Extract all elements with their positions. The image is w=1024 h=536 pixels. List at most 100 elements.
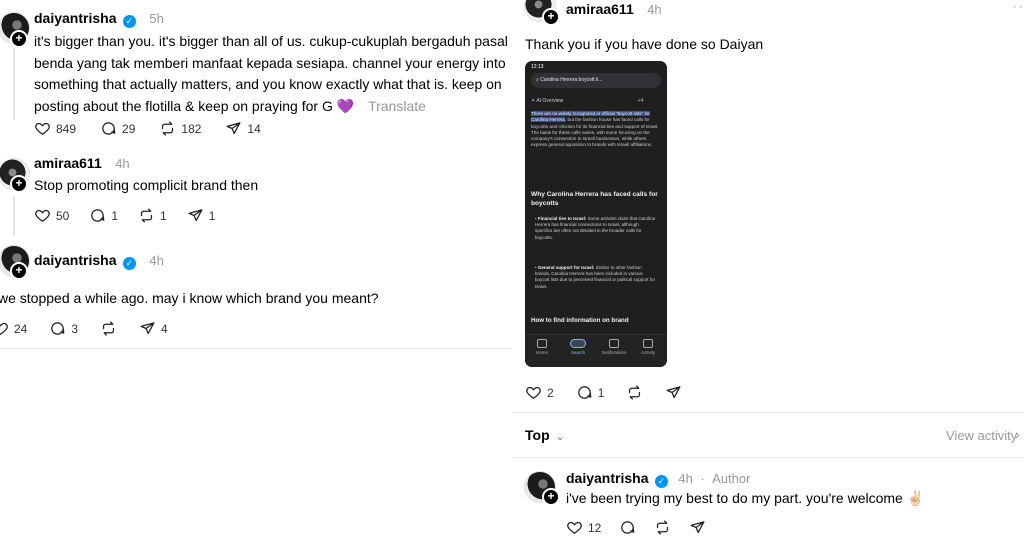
search-bar: ⌕ Carolina Herrera boycott li... <box>531 73 661 88</box>
section-heading: Why Carolina Herrera has faced calls for… <box>531 191 658 207</box>
share-button[interactable] <box>665 384 682 401</box>
sort-dropdown[interactable]: Top ⌄ <box>525 427 565 443</box>
post-actions: 2 1 <box>525 384 682 401</box>
timestamp[interactable]: 5h <box>149 11 163 26</box>
comment-icon <box>577 386 592 399</box>
heart-icon <box>567 521 582 534</box>
attached-screenshot[interactable]: 12:13 ⌕ Carolina Herrera boycott li... ✦… <box>525 61 667 367</box>
like-button[interactable]: 24 <box>0 320 27 337</box>
username[interactable]: daiyantrisha <box>566 470 648 486</box>
repost-button[interactable]: 1 <box>138 207 167 224</box>
post-header: daiyantrisha ✓ 4h · Author <box>566 470 750 488</box>
comment-button[interactable]: 29 <box>100 120 135 137</box>
bullet-item: • General support for Israel: Similar to… <box>535 265 656 289</box>
ai-overview-header: ✦ AI Overview +4 <box>531 98 643 104</box>
repost-button[interactable] <box>100 320 117 337</box>
reply-text: i've been trying my best to do my part. … <box>566 490 903 506</box>
follow-plus-icon[interactable]: + <box>542 488 560 506</box>
comment-count: 3 <box>71 321 79 336</box>
follow-plus-icon[interactable]: + <box>10 30 28 48</box>
post-actions: 12 <box>566 519 706 536</box>
repost-icon <box>102 321 115 336</box>
share-button[interactable] <box>689 519 706 536</box>
chevron-right-icon[interactable]: › <box>1015 426 1021 442</box>
home-icon <box>537 339 547 348</box>
like-button[interactable]: 2 <box>525 384 554 401</box>
timestamp[interactable]: 4h <box>115 156 129 171</box>
like-button[interactable]: 50 <box>34 207 69 224</box>
activity-icon <box>643 339 653 348</box>
heart-icon <box>526 386 541 399</box>
repost-button[interactable] <box>654 519 671 536</box>
like-button[interactable]: 849 <box>34 120 76 137</box>
heart-icon <box>35 209 50 222</box>
like-count: 50 <box>56 208 70 223</box>
post-body: Stop promoting complicit brand then <box>34 177 259 193</box>
post-text-line: it's bigger than you. it's bigger than a… <box>34 33 508 49</box>
repost-button[interactable]: 182 <box>159 120 201 137</box>
verified-icon: ✓ <box>122 15 136 28</box>
follow-plus-icon[interactable]: + <box>10 262 28 280</box>
comment-count: 29 <box>122 121 136 136</box>
author-label: Author <box>712 471 751 486</box>
post-body: we stopped a while ago. may i know which… <box>0 290 379 306</box>
username[interactable]: daiyantrisha <box>34 10 116 26</box>
share-button[interactable]: 14 <box>225 120 261 137</box>
post-text-last-line: posting about the flotilla & keep on pra… <box>34 96 514 118</box>
repost-icon <box>140 208 153 223</box>
timestamp[interactable]: 4h <box>647 2 661 17</box>
repost-count: 1 <box>160 208 167 223</box>
follow-plus-icon[interactable]: + <box>542 8 560 26</box>
post-header: daiyantrisha ✓ 4h <box>34 252 164 270</box>
post-body: Thank you if you have done so Daiyan <box>525 36 764 52</box>
share-icon <box>666 386 681 399</box>
more-icon[interactable]: ··· <box>1012 0 1024 16</box>
view-activity-link[interactable]: View activity <box>946 428 1017 443</box>
timestamp[interactable]: 4h <box>149 253 163 268</box>
search-query: Carolina Herrera boycott li... <box>540 77 603 83</box>
search-icon <box>570 339 586 348</box>
like-count: 12 <box>588 520 602 535</box>
comment-count: 1 <box>111 208 119 223</box>
post-text-line: something that actually matters, and you… <box>34 76 502 92</box>
post-actions: 849 29 182 14 <box>34 120 261 137</box>
comment-button[interactable]: 1 <box>576 384 604 401</box>
translate-link[interactable]: Translate <box>368 98 426 114</box>
divider <box>512 412 1024 413</box>
username[interactable]: daiyantrisha <box>34 252 116 268</box>
username[interactable]: amiraa611 <box>34 155 102 171</box>
nav-label: Home <box>535 350 548 355</box>
source-count: +4 <box>637 98 644 104</box>
username[interactable]: amiraa611 <box>566 1 634 17</box>
divider <box>512 457 1024 458</box>
like-button[interactable]: 12 <box>566 519 601 536</box>
nav-label: Search <box>570 350 586 355</box>
post-actions: 24 3 4 <box>0 320 168 337</box>
share-icon <box>226 122 241 135</box>
share-button[interactable]: 1 <box>187 207 216 224</box>
comment-button[interactable]: 3 <box>49 320 78 337</box>
share-count: 4 <box>161 321 168 336</box>
ai-overview-label: AI Overview <box>536 98 564 104</box>
nav-label: Activity <box>640 350 656 355</box>
comment-button[interactable]: 1 <box>89 207 118 224</box>
comment-icon <box>102 122 116 135</box>
separator: · <box>700 471 705 486</box>
timestamp[interactable]: 4h <box>678 471 692 486</box>
share-count: 1 <box>208 208 216 223</box>
share-button[interactable]: 4 <box>139 320 168 337</box>
status-time: 12:13 <box>531 64 544 70</box>
follow-plus-icon[interactable]: + <box>10 175 28 193</box>
repost-icon <box>657 520 669 535</box>
ai-overview-paragraph: There are no widely recognized or offici… <box>531 111 659 149</box>
share-icon <box>690 521 705 534</box>
post-text-line: posting about the flotilla & keep on pra… <box>34 97 333 114</box>
repost-button[interactable] <box>626 384 643 401</box>
post-actions: 50 1 1 1 <box>34 207 215 224</box>
peace-emoji: ✌🏻 <box>906 490 925 506</box>
bell-icon <box>609 339 619 348</box>
repost-icon <box>629 385 641 400</box>
like-count: 24 <box>14 321 28 336</box>
divider <box>0 348 512 349</box>
comment-button[interactable] <box>619 519 636 536</box>
